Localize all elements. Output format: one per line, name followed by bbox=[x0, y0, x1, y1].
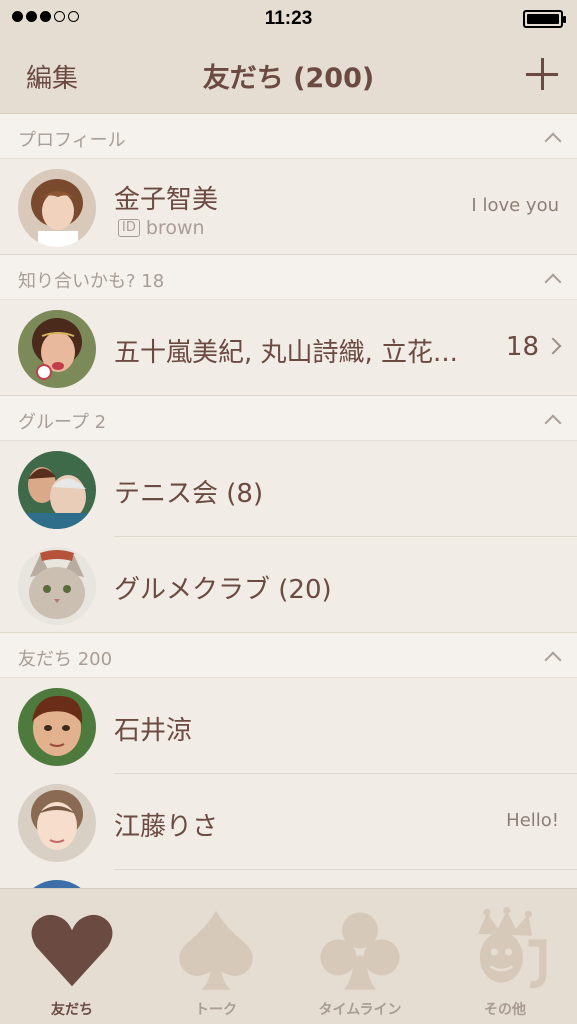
friend-row[interactable]: 石井涼 bbox=[0, 678, 577, 774]
friends-list[interactable]: プロフィール 金子智美 ID brown I love you 知り合いかも? … bbox=[0, 114, 577, 888]
heart-icon bbox=[31, 914, 113, 987]
section-header-groups[interactable]: グループ 2 bbox=[0, 396, 577, 441]
avatar bbox=[18, 310, 96, 388]
suggestions-row[interactable]: 五十嵐美紀, 丸山詩織, 立花... 18 bbox=[0, 300, 577, 396]
status-bar: 11:23 bbox=[0, 0, 577, 38]
collapse-caret-icon[interactable] bbox=[545, 271, 559, 285]
friend-row[interactable] bbox=[0, 870, 577, 888]
avatar bbox=[18, 784, 96, 862]
collapse-caret-icon[interactable] bbox=[545, 130, 559, 144]
profile-row[interactable]: 金子智美 ID brown I love you bbox=[0, 159, 577, 255]
avatar bbox=[18, 880, 96, 888]
suggested-names: 五十嵐美紀, 丸山詩織, 立花... bbox=[114, 338, 458, 368]
avatar bbox=[18, 688, 96, 766]
section-label: グループ 2 bbox=[18, 412, 107, 433]
section-label: 友だち 200 bbox=[18, 649, 113, 670]
tab-label: その他 bbox=[484, 1002, 526, 1018]
tab-label: トーク bbox=[195, 1002, 237, 1018]
section-label: プロフィール bbox=[18, 130, 126, 151]
status-message: I love you bbox=[471, 195, 559, 216]
section-header-suggestions[interactable]: 知り合いかも? 18 bbox=[0, 255, 577, 300]
group-row[interactable]: テニス会 (8) bbox=[0, 441, 577, 537]
tab-label: 友だち bbox=[51, 1002, 93, 1018]
tab-more[interactable]: その他 bbox=[433, 889, 577, 1024]
profile-id-line: ID brown bbox=[118, 217, 205, 239]
profile-id: brown bbox=[145, 217, 205, 239]
id-badge: ID bbox=[118, 219, 140, 237]
group-name: テニス会 (8) bbox=[114, 479, 264, 509]
group-row[interactable]: グルメクラブ (20) bbox=[0, 537, 577, 633]
page-title: 友だち (200) bbox=[202, 63, 375, 94]
avatar bbox=[18, 169, 96, 247]
status-message: Hello! bbox=[506, 810, 559, 831]
joker-icon bbox=[478, 907, 547, 989]
tab-bar: 友だち トーク タイムライン その他 bbox=[0, 888, 577, 1024]
avatar bbox=[18, 451, 96, 529]
navigation-bar: 編集 友だち (200) bbox=[0, 38, 577, 114]
tab-talk[interactable]: トーク bbox=[144, 889, 288, 1024]
collapse-caret-icon[interactable] bbox=[545, 649, 559, 663]
chevron-right-icon bbox=[544, 337, 562, 355]
signal-strength-icon bbox=[12, 11, 79, 22]
tab-friends[interactable]: 友だち bbox=[0, 889, 144, 1024]
friend-name: 江藤りさ bbox=[114, 812, 219, 842]
group-name: グルメクラブ (20) bbox=[114, 575, 332, 605]
friend-name: 石井涼 bbox=[114, 716, 193, 746]
section-label: 知り合いかも? 18 bbox=[18, 271, 165, 292]
club-icon bbox=[320, 912, 400, 990]
profile-name: 金子智美 bbox=[114, 185, 219, 215]
spade-icon bbox=[179, 910, 253, 990]
status-time: 11:23 bbox=[264, 8, 313, 29]
battery-icon bbox=[523, 10, 566, 28]
section-header-profile[interactable]: プロフィール bbox=[0, 114, 577, 159]
collapse-caret-icon[interactable] bbox=[545, 412, 559, 426]
friend-row[interactable]: 江藤りさ Hello! bbox=[0, 774, 577, 870]
tab-label: タイムライン bbox=[318, 1002, 402, 1018]
tab-timeline[interactable]: タイムライン bbox=[288, 889, 432, 1024]
plus-icon[interactable] bbox=[525, 56, 559, 90]
avatar bbox=[18, 547, 96, 625]
section-header-friends[interactable]: 友だち 200 bbox=[0, 633, 577, 678]
suggestion-count: 18 bbox=[505, 332, 539, 362]
